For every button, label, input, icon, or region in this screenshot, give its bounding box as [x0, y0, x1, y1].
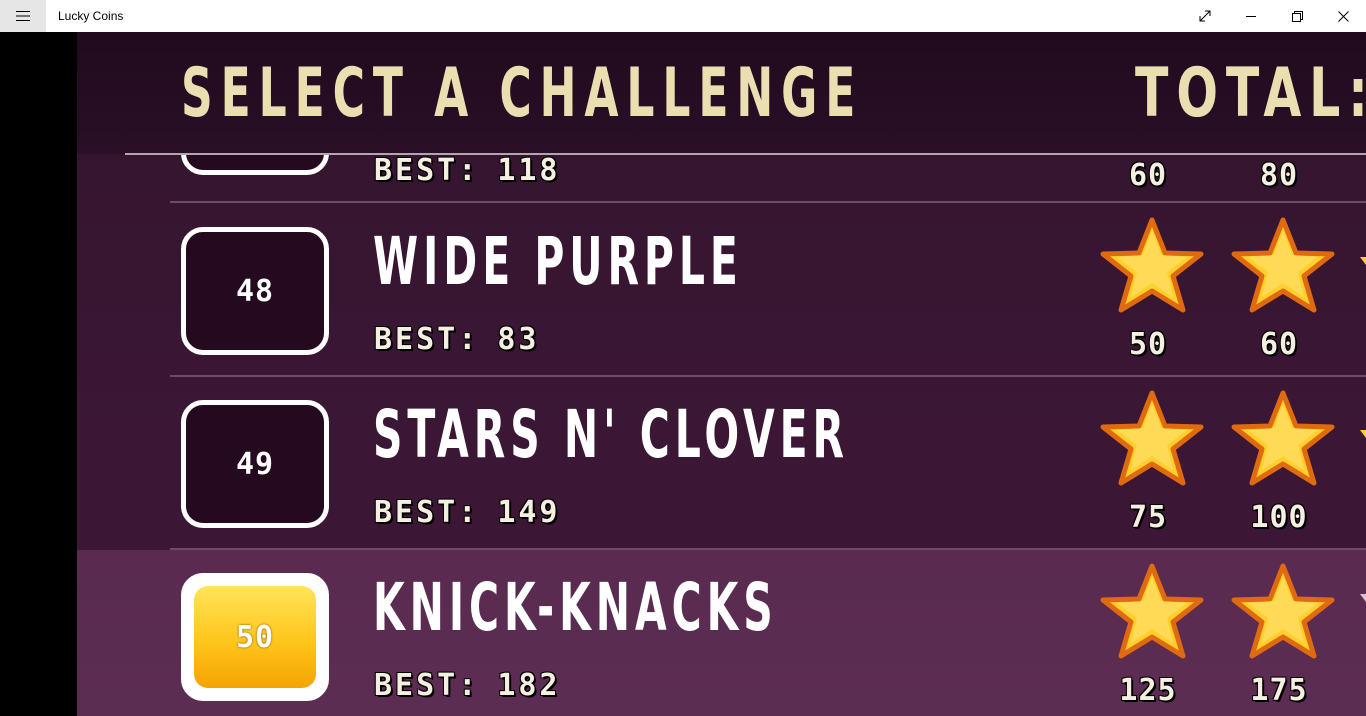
best-score: BEST: 83 [374, 322, 540, 357]
star-icon [1231, 563, 1335, 659]
fullscreen-button[interactable] [1182, 0, 1228, 32]
restore-icon [1291, 10, 1303, 22]
star-icon [1360, 257, 1366, 265]
game-canvas: SELECT A CHALLENGE TOTAL: 7, BEST:118 60… [77, 32, 1366, 716]
star-icon [1360, 430, 1366, 438]
star-threshold: 80 [1259, 158, 1299, 193]
challenge-number-badge: 49 [181, 400, 329, 528]
star-threshold: 50 [1128, 327, 1168, 362]
challenge-number-badge [181, 155, 329, 175]
star-icon [1100, 217, 1204, 313]
star-threshold: 60 [1259, 327, 1299, 362]
star-icon [1360, 594, 1366, 602]
challenge-number-badge: 50 [181, 573, 329, 701]
best-score: BEST: 149 [374, 495, 561, 530]
close-button[interactable] [1320, 0, 1366, 32]
challenge-list[interactable]: BEST: 118 60 80 48 WIDE PURPLE BEST: 83 50 [77, 155, 1366, 716]
challenge-row[interactable]: 48 WIDE PURPLE BEST: 83 50 60 [77, 203, 1366, 376]
star-threshold: 175 [1250, 673, 1308, 708]
title-bar: Lucky Coins [0, 0, 1366, 32]
game-header: SELECT A CHALLENGE TOTAL: 7, [77, 32, 1366, 154]
best-score: BEST: 182 [374, 668, 561, 703]
star-icon [1231, 390, 1335, 486]
challenge-row[interactable]: 49 STARS N' CLOVER BEST: 149 75 100 [77, 377, 1366, 550]
app-title: Lucky Coins [58, 9, 124, 23]
star-threshold: 60 [1128, 158, 1168, 193]
challenge-name: WIDE PURPLE [373, 223, 743, 300]
challenge-row[interactable]: BEST: 118 60 80 [77, 155, 1366, 198]
star-icon [1100, 390, 1204, 486]
page-title: SELECT A CHALLENGE [181, 54, 864, 133]
close-icon [1337, 10, 1349, 22]
challenge-name: STARS N' CLOVER [373, 396, 849, 473]
fullscreen-icon [1199, 10, 1211, 22]
hamburger-menu-button[interactable] [0, 0, 46, 32]
star-icon [1231, 217, 1335, 313]
star-threshold: 100 [1250, 500, 1308, 535]
restore-button[interactable] [1274, 0, 1320, 32]
total-score: TOTAL: 7, [1135, 54, 1366, 133]
star-icon [1100, 563, 1204, 659]
minimize-icon [1245, 15, 1256, 17]
challenge-number-badge: 48 [181, 227, 329, 355]
best-score: BEST: 118 [374, 155, 561, 188]
star-threshold: 75 [1128, 500, 1168, 535]
hamburger-icon [16, 11, 30, 21]
challenge-name: KNICK-KNACKS [373, 569, 778, 646]
minimize-button[interactable] [1228, 0, 1274, 32]
challenge-row-selected[interactable]: 50 KNICK-KNACKS BEST: 182 125 175 [77, 550, 1366, 716]
star-threshold: 125 [1119, 673, 1177, 708]
gold-badge-fill: 50 [194, 586, 316, 688]
